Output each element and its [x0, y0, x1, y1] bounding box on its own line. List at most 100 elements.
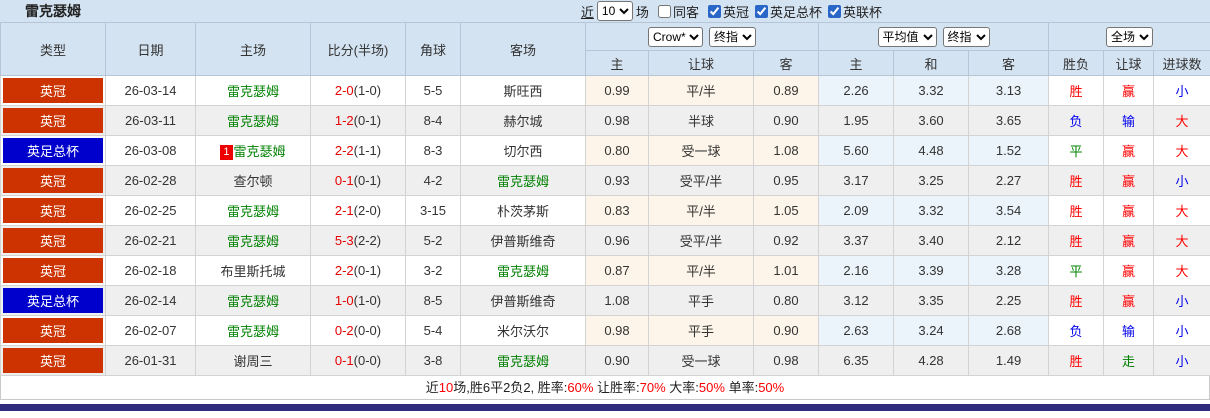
recent-count-select[interactable]: 10	[596, 1, 633, 21]
corner-score: 5-2	[405, 225, 461, 256]
avg-draw-odds: 4.28	[893, 345, 970, 376]
asia-home-odds: 0.98	[585, 105, 649, 136]
avg-home-odds: 3.17	[818, 165, 895, 196]
summary-part: 场,胜6平2负2, 胜率:	[453, 380, 568, 395]
avg-away-odds: 2.25	[968, 285, 1050, 316]
table-row: 英冠 26-02-25 雷克瑟姆 2-1(2-0) 3-15 朴茨茅斯 0.83…	[0, 195, 1210, 226]
scope-select[interactable]: 全场	[1106, 26, 1154, 47]
asia-stage-select[interactable]: 终指	[709, 26, 756, 47]
col-header-away: 客场	[460, 22, 586, 76]
games-label: 场	[635, 4, 649, 20]
asia-handicap: 半球	[648, 105, 754, 136]
half-time-score: (0-1)	[353, 263, 382, 278]
table-row: 英冠 26-02-07 雷克瑟姆 0-2(0-0) 5-4 米尔沃尔 0.98 …	[0, 315, 1210, 346]
league-filter-2[interactable]: 英联杯	[822, 2, 882, 21]
asia-handicap: 平/半	[648, 75, 754, 106]
asia-home-odds: 0.83	[585, 195, 649, 226]
summary-part: 单率:	[724, 380, 759, 395]
half-time-score: (2-2)	[353, 233, 382, 248]
result-handicap: 赢	[1103, 285, 1155, 316]
eu-stage-select[interactable]: 终指	[942, 26, 990, 47]
full-time-score: 1-2	[334, 113, 354, 128]
away-team[interactable]: 雷克瑟姆	[460, 165, 586, 196]
league-checkbox-1[interactable]	[754, 4, 768, 18]
asia-home-odds: 0.93	[585, 165, 649, 196]
table-row: 英足总杯 26-03-08 1 雷克瑟姆 2-2(1-1) 8-3 切尔西 0.8…	[0, 135, 1210, 166]
league-checkbox-2[interactable]	[827, 4, 841, 18]
full-time-score: 0-2	[334, 323, 354, 338]
avg-home-odds: 2.26	[818, 75, 895, 106]
result-handicap: 赢	[1103, 75, 1155, 106]
league-label-2: 英联杯	[842, 4, 882, 20]
full-time-score: 0-1	[334, 173, 354, 188]
away-team[interactable]: 雷克瑟姆	[460, 255, 586, 286]
recent-link[interactable]: 近	[581, 2, 594, 21]
league-filter-0[interactable]: 英冠	[702, 2, 749, 21]
home-team[interactable]: 1 雷克瑟姆	[195, 135, 311, 166]
home-team[interactable]: 雷克瑟姆	[195, 285, 311, 316]
away-team[interactable]: 朴茨茅斯	[460, 195, 586, 226]
summary-stats: 近10场,胜6平2负2, 胜率:60% 让胜率:70% 大率:50% 单率:50…	[0, 376, 1210, 400]
league-filter-1[interactable]: 英足总杯	[749, 2, 822, 21]
table-row: 英冠 26-03-11 雷克瑟姆 1-2(0-1) 8-4 赫尔城 0.98 半…	[0, 105, 1210, 136]
league-checkbox-0[interactable]	[707, 4, 721, 18]
league-type-cell: 英冠	[0, 255, 106, 286]
league-label-1: 英足总杯	[769, 4, 822, 20]
away-team[interactable]: 切尔西	[460, 135, 586, 166]
asia-home-odds: 0.87	[585, 255, 649, 286]
away-team[interactable]: 斯旺西	[460, 75, 586, 106]
home-team[interactable]: 雷克瑟姆	[195, 195, 311, 226]
half-time-score: (0-1)	[353, 173, 382, 188]
half-time-score: (1-1)	[353, 143, 382, 158]
home-team[interactable]: 雷克瑟姆	[195, 225, 311, 256]
result-goals: 小	[1153, 345, 1210, 376]
result-handicap: 赢	[1103, 225, 1155, 256]
away-team[interactable]: 赫尔城	[460, 105, 586, 136]
summary-part: 70%	[639, 380, 666, 395]
half-time-score: (1-0)	[353, 83, 382, 98]
asia-home-odds: 0.99	[585, 75, 649, 106]
away-team[interactable]: 伊普斯维奇	[460, 285, 586, 316]
league-badge: 英冠	[3, 348, 103, 373]
full-time-score: 5-3	[334, 233, 354, 248]
league-type-cell: 英足总杯	[0, 285, 106, 316]
col-header-date: 日期	[105, 22, 196, 76]
odds-history-page: 雷克瑟姆 近 10 场 同客 英冠 英足总杯 英联杯 类型 日期 主场 比分(半…	[0, 0, 1210, 411]
bookmaker-select[interactable]: Crow*	[648, 26, 703, 47]
home-team[interactable]: 雷克瑟姆	[195, 75, 311, 106]
corner-score: 3-2	[405, 255, 461, 286]
result-spf: 胜	[1048, 285, 1105, 316]
match-date: 26-02-18	[105, 255, 196, 286]
away-team[interactable]: 米尔沃尔	[460, 315, 586, 346]
avg-home-odds: 2.16	[818, 255, 895, 286]
eu-source-select[interactable]: 平均值	[877, 26, 937, 47]
same-away-checkbox[interactable]	[657, 4, 671, 18]
asia-away-odds: 0.90	[752, 315, 820, 346]
col-header-result-goals: 进球数	[1153, 50, 1210, 76]
home-team[interactable]: 布里斯托城	[195, 255, 311, 286]
result-goals: 小	[1153, 285, 1210, 316]
result-spf: 胜	[1048, 75, 1105, 106]
avg-home-odds: 6.35	[818, 345, 895, 376]
asia-home-odds: 0.96	[585, 225, 649, 256]
col-header-eu-home: 主	[818, 50, 895, 76]
league-badge: 英冠	[3, 108, 103, 133]
away-team[interactable]: 伊普斯维奇	[460, 225, 586, 256]
result-handicap: 赢	[1103, 195, 1155, 226]
same-away-filter[interactable]: 同客	[652, 2, 699, 21]
full-time-score: 2-2	[334, 143, 354, 158]
home-team[interactable]: 谢周三	[195, 345, 311, 376]
home-team[interactable]: 雷克瑟姆	[195, 105, 311, 136]
avg-draw-odds: 3.24	[893, 315, 970, 346]
league-type-cell: 英足总杯	[0, 135, 106, 166]
home-team[interactable]: 雷克瑟姆	[195, 315, 311, 346]
avg-draw-odds: 3.40	[893, 225, 970, 256]
asia-home-odds: 1.08	[585, 285, 649, 316]
league-type-cell: 英冠	[0, 225, 106, 256]
league-badge: 英足总杯	[3, 138, 103, 163]
asia-away-odds: 0.80	[752, 285, 820, 316]
asia-odds-group-header: Crow* 终指	[584, 22, 820, 51]
away-team[interactable]: 雷克瑟姆	[460, 345, 586, 376]
home-team[interactable]: 查尔顿	[195, 165, 311, 196]
table-row: 英冠 26-02-21 雷克瑟姆 5-3(2-2) 5-2 伊普斯维奇 0.96…	[0, 225, 1210, 256]
